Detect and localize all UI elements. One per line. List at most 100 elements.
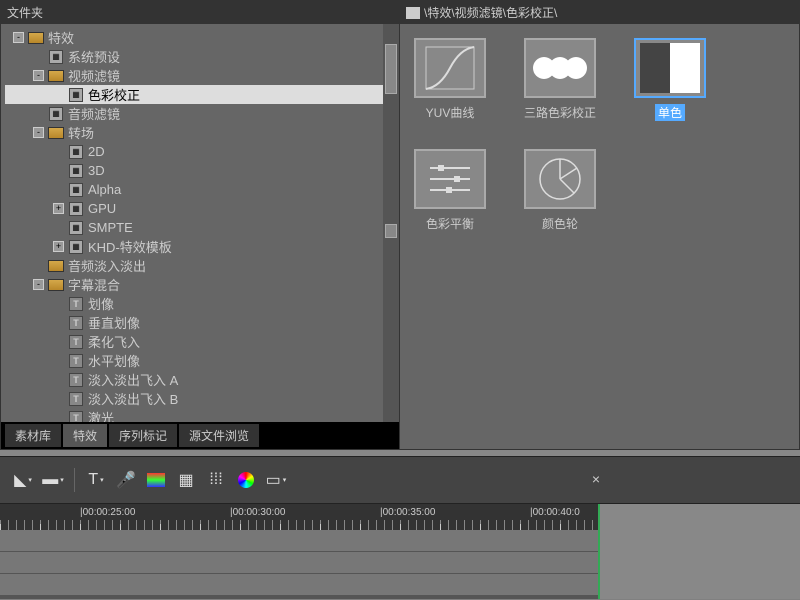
tree-node-激光[interactable]: T激光	[5, 408, 395, 422]
effects-thumbnails-panel: \特效\视频滤镜\色彩校正\ YUV曲线三路色彩校正单色色彩平衡 颜色轮	[400, 0, 800, 450]
title-icon: T	[69, 354, 83, 368]
tree-node-垂直划像[interactable]: T 垂直划像	[5, 313, 395, 332]
tree-expander	[53, 89, 64, 100]
title-icon: T	[69, 316, 83, 330]
tree-node-系统预设[interactable]: ▦系统预设	[5, 47, 395, 66]
tree-label: 系统预设	[68, 47, 120, 66]
effect-thumbnail-色彩平衡[interactable]: 色彩平衡	[414, 149, 486, 232]
tree-label: 垂直划像	[88, 313, 140, 332]
tree-expander	[33, 51, 44, 62]
tool-grid-button[interactable]: ▦	[173, 467, 199, 493]
tree-expander	[53, 222, 64, 233]
tool-screen-button[interactable]: ▭▾	[263, 467, 289, 493]
tree-node-转场[interactable]: -转场	[5, 123, 395, 142]
tool-mic-button[interactable]: 🎤	[113, 467, 139, 493]
page-icon: ▦	[69, 221, 83, 235]
tool-mixer-button[interactable]: ⁞⁞⁞	[203, 467, 229, 493]
effect-thumbnail-颜色轮[interactable]: 颜色轮	[524, 149, 596, 232]
tool-color-button[interactable]	[143, 467, 169, 493]
scrollbar-thumb[interactable]	[385, 44, 397, 94]
tree-label: 3D	[88, 163, 105, 178]
ruler-timecode: |00:00:25:00	[80, 507, 135, 518]
toolbar-separator	[74, 468, 75, 492]
timeline-toolbar: ◣▾ ▬▾ T▾ 🎤 ▦ ⁞⁞⁞ ▭▾ ×	[0, 456, 800, 504]
effect-thumbnail-单色[interactable]: 单色	[634, 38, 706, 121]
ruler-timecode: |00:00:35:00	[380, 507, 435, 518]
track-row[interactable]	[0, 530, 598, 552]
tree-node-音频淡入淡出[interactable]: 音频淡入淡出	[5, 256, 395, 275]
tree-node-色彩校正[interactable]: ▦ 色彩校正	[5, 85, 395, 104]
thumbnail-preview	[634, 38, 706, 98]
page-icon: ▦	[69, 88, 83, 102]
effect-thumbnail-三路色彩校正[interactable]: 三路色彩校正	[524, 38, 596, 121]
tree-label: 激光	[88, 408, 114, 422]
tab-素材库[interactable]: 素材库	[5, 424, 61, 447]
tree-label: KHD-特效模板	[88, 237, 172, 256]
tool-wheel-button[interactable]	[233, 467, 259, 493]
tree-expander	[33, 260, 44, 271]
tree-expander	[53, 393, 64, 404]
ruler-timecode: |00:00:40:0	[530, 507, 580, 518]
effects-tree[interactable]: -特效▦系统预设-视频滤镜▦色彩校正▦音频滤镜-转场▦2D▦3D▦Alpha+▦…	[1, 24, 399, 422]
page-icon: ▦	[69, 164, 83, 178]
tree-node-SMPTE[interactable]: ▦ SMPTE	[5, 218, 395, 237]
tree-node-2D[interactable]: ▦2D	[5, 142, 395, 161]
tree-node-特效[interactable]: -特效	[5, 28, 395, 47]
tab-源文件浏览[interactable]: 源文件浏览	[179, 424, 259, 447]
tree-expander[interactable]: -	[33, 70, 44, 81]
tree-expander	[53, 412, 64, 422]
colorwheel-icon	[238, 472, 254, 488]
tree-node-划像[interactable]: T划像	[5, 294, 395, 313]
tree-expander[interactable]: +	[53, 241, 64, 252]
tree-expander	[53, 146, 64, 157]
tree-expander	[53, 355, 64, 366]
title-icon: T	[69, 392, 83, 406]
title-icon: T	[69, 335, 83, 349]
tree-label: 淡入淡出飞入 B	[88, 389, 178, 408]
tab-序列标记[interactable]: 序列标记	[109, 424, 177, 447]
tree-node-3D[interactable]: ▦ 3D	[5, 161, 395, 180]
page-icon: ▦	[49, 107, 63, 121]
tree-node-GPU[interactable]: +▦GPU	[5, 199, 395, 218]
tree-node-字幕混合[interactable]: -字幕混合	[5, 275, 395, 294]
track-row[interactable]	[0, 552, 598, 574]
tree-expander[interactable]: +	[53, 203, 64, 214]
tree-node-淡入淡出飞入 B[interactable]: T 淡入淡出飞入 B	[5, 389, 395, 408]
grid-icon: ▦	[178, 470, 193, 490]
tree-label: 划像	[88, 294, 114, 313]
tree-expander[interactable]: -	[33, 279, 44, 290]
timeline-ruler[interactable]: |00:00:25:00|00:00:30:00|00:00:35:00|00:…	[0, 504, 598, 530]
close-button[interactable]: ×	[592, 471, 600, 487]
tree-node-音频滤镜[interactable]: ▦音频滤镜	[5, 104, 395, 123]
bottom-tabs: 素材库特效序列标记源文件浏览	[1, 422, 399, 449]
tree-expander[interactable]: -	[33, 127, 44, 138]
tree-label: SMPTE	[88, 220, 133, 235]
tool-mark-button[interactable]: ▬▾	[40, 467, 66, 493]
tab-特效[interactable]: 特效	[63, 424, 107, 447]
panel-title: 文件夹	[7, 4, 43, 21]
tree-node-淡入淡出飞入 A[interactable]: T淡入淡出飞入 A	[5, 370, 395, 389]
tool-text-button[interactable]: T▾	[83, 467, 109, 493]
folder-icon	[406, 7, 420, 19]
thumbnail-grid: YUV曲线三路色彩校正单色色彩平衡 颜色轮	[400, 24, 799, 449]
tree-node-视频滤镜[interactable]: -视频滤镜	[5, 66, 395, 85]
thumbnail-preview	[414, 38, 486, 98]
tree-expander	[33, 108, 44, 119]
tree-node-柔化飞入[interactable]: T 柔化飞入	[5, 332, 395, 351]
title-icon: T	[69, 373, 83, 387]
tree-label: 柔化飞入	[88, 332, 140, 351]
tree-node-KHD-特效模板[interactable]: +▦KHD-特效模板	[5, 237, 395, 256]
effect-thumbnail-YUV曲线[interactable]: YUV曲线	[414, 38, 486, 121]
tree-label: 色彩校正	[88, 85, 140, 104]
track-row[interactable]	[0, 574, 598, 596]
tree-label: Alpha	[88, 182, 121, 197]
tree-scrollbar[interactable]	[383, 24, 399, 422]
tool-cut-button[interactable]: ◣▾	[10, 467, 36, 493]
scrollbar-grip[interactable]	[385, 224, 397, 238]
breadcrumb: \特效\视频滤镜\色彩校正\	[424, 4, 557, 21]
timeline-tracks[interactable]: |00:00:25:00|00:00:30:00|00:00:35:00|00:…	[0, 504, 600, 599]
tree-node-水平划像[interactable]: T水平划像	[5, 351, 395, 370]
thumbnail-label: 色彩平衡	[426, 215, 474, 232]
tree-expander[interactable]: -	[13, 32, 24, 43]
tree-node-Alpha[interactable]: ▦Alpha	[5, 180, 395, 199]
